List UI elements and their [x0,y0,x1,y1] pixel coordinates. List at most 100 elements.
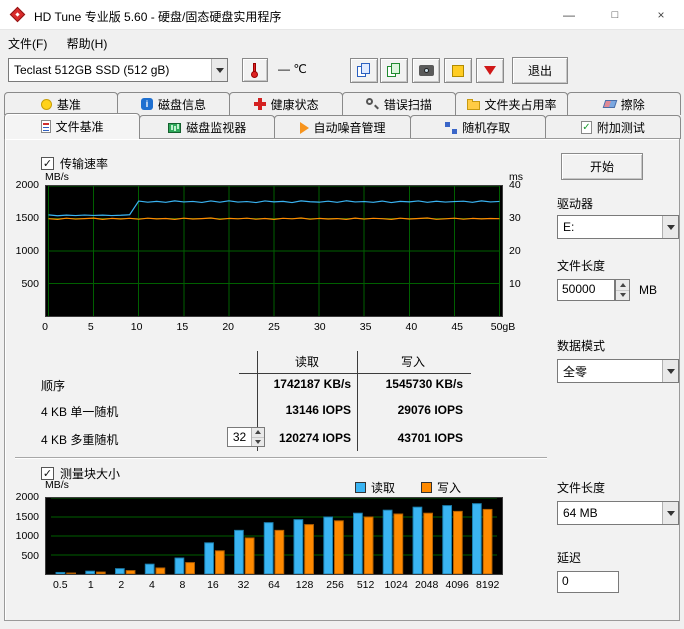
tab-file-benchmark[interactable]: 文件基准 [4,113,141,139]
window-title: HD Tune 专业版 5.60 - 硬盘/固态硬盘实用程序 [34,10,282,24]
exit-button-label: 退出 [527,64,552,78]
block-file-length-dropdown[interactable]: 64 MB [557,501,679,525]
app-icon [9,6,26,23]
line-plot-area [45,185,503,317]
transfer-rate-label: 传输速率 [60,157,109,171]
tick-label: 20 [222,321,235,333]
drive-label: 驱动器 [557,197,594,211]
tick-label: 4 [148,579,155,591]
legend-read: 读取 [355,479,395,496]
transfer-rate-checkbox[interactable]: ✓ 传输速率 [41,155,108,172]
speaker-icon [299,121,309,134]
write-swatch-icon [421,482,433,493]
temperature-button[interactable] [242,58,268,82]
file-length-label: 文件长度 [557,259,606,273]
drive-select[interactable]: Teclast 512GB SSD (512 gB) [8,58,228,82]
stepper-down-icon[interactable] [616,290,629,300]
download-button[interactable] [476,58,504,83]
tick-label: 50gB [490,321,516,333]
tab-erase[interactable]: 擦除 [567,92,682,115]
tick-label: 8192 [476,579,500,591]
tab-label: 附加测试 [596,121,645,135]
tab-disk-info[interactable]: i 磁盘信息 [116,92,231,115]
tab-extra-tests[interactable]: ✓ 附加测试 [544,115,682,139]
menu-file[interactable]: 文件(F) [0,31,55,52]
checklist-icon: ✓ [580,121,592,134]
tick-label: 40 [405,321,418,333]
data-mode-value: 全零 [563,364,588,379]
tab-health[interactable]: 健康状态 [229,92,344,115]
read-column-header: 读取 [294,355,319,369]
tick-label: 45 [451,321,464,333]
result-row-label: 4 KB 多重随机 [41,433,119,447]
sequential-write-value: 1545730 KB/s [385,377,463,391]
delay-input[interactable]: 0 [557,571,619,593]
tab-label: 磁盘监视器 [186,121,247,135]
tab-label: 自动噪音管理 [313,121,386,135]
sequential-read-value: 1742187 KB/s [273,377,351,391]
drive-dropdown[interactable]: E: [557,215,679,239]
toolbar: Teclast 512GB SSD (512 gB) — ℃ 退出 [0,54,684,92]
tick-label: 10 [130,321,143,333]
tab-label: 文件基准 [55,120,104,134]
tab-folder-usage[interactable]: 文件夹占用率 [454,92,569,115]
queue-depth-stepper[interactable]: 32 [227,427,265,447]
tick-label: 8 [179,579,186,591]
tab-label: 错误扫描 [383,97,432,112]
copy-image-icon [386,63,402,78]
maximize-button[interactable]: □ [592,0,638,30]
4k-single-read-value: 13146 IOPS [285,403,351,417]
start-button[interactable]: 开始 [561,153,643,180]
tick-label: 1000 [15,245,39,257]
file-icon [40,120,51,133]
block-file-length-label: 文件长度 [557,481,606,495]
tick-label: 0 [42,321,48,333]
4k-single-write-value: 29076 IOPS [397,403,463,417]
tick-label: 32 [237,579,250,591]
tab-benchmark[interactable]: 基准 [4,92,118,115]
file-length-input[interactable]: 50000 [557,279,615,301]
tab-label: 磁盘信息 [158,97,207,112]
exit-button[interactable]: 退出 [512,57,568,84]
tab-aam[interactable]: 自动噪音管理 [274,115,411,139]
file-length-stepper[interactable] [615,279,630,301]
tick-label: 2000 [15,491,39,503]
lightbulb-icon [40,98,52,110]
screenshot-button[interactable] [412,58,440,83]
tick-label: 128 [295,579,314,591]
temperature-unit: ℃ [293,62,307,76]
tick-label: 1024 [384,579,408,591]
save-button[interactable] [444,58,472,83]
random-blocks-icon [445,121,458,134]
tick-label: 15 [176,321,189,333]
tab-disk-monitor[interactable]: 磁盘监视器 [139,115,276,139]
minimize-button[interactable]: — [546,0,592,30]
save-icon [452,64,464,77]
tab-random-access[interactable]: 随机存取 [409,115,546,139]
file-benchmark-page: ✓ 传输速率 开始 MB/s ms 500 1000 1500 2000 10 20 30 4… [4,138,680,621]
data-mode-dropdown[interactable]: 全零 [557,359,679,383]
eraser-icon [602,100,617,108]
tick-label: 500 [21,549,39,562]
camera-icon [418,65,434,76]
queue-depth-value: 32 [232,430,247,444]
copy-image-button[interactable] [380,58,408,83]
tab-label: 随机存取 [462,121,511,135]
block-file-length-value: 64 MB [563,506,598,520]
tick-label: 1500 [15,212,39,224]
chevron-down-icon[interactable] [211,59,227,81]
legend-read-label: 读取 [371,481,396,495]
section-divider [15,457,547,459]
stepper-up-icon[interactable] [616,280,629,291]
chevron-down-icon[interactable] [662,216,678,238]
copy-pages-icon [356,63,372,78]
folder-icon [466,99,480,110]
close-button[interactable]: × [638,0,684,30]
chevron-down-icon[interactable] [662,360,678,382]
chevron-down-icon[interactable] [662,502,678,524]
block-size-chart: MB/s 读取 写入 0.5 1 2 4 8 16 32 64 128 256 512 1024 204… [11,477,557,613]
tab-error-scan[interactable]: 错误扫描 [342,92,456,115]
menu-help[interactable]: 帮助(H) [59,31,116,52]
y-axis-label: MB/s [45,479,69,491]
copy-text-button[interactable] [350,58,378,83]
